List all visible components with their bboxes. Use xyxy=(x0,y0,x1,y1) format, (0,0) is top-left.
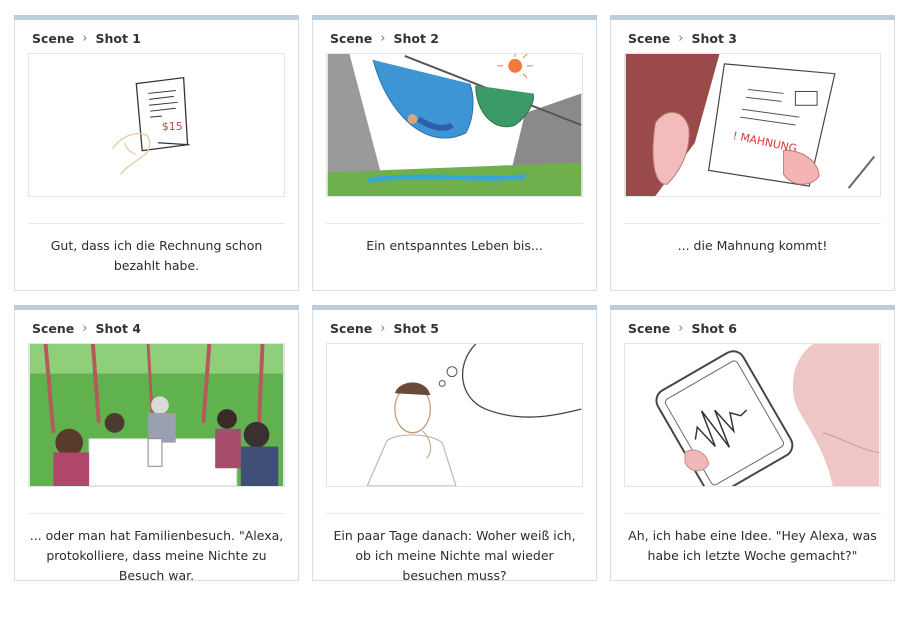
breadcrumb-scene-link[interactable]: Scene xyxy=(330,321,372,336)
breadcrumb-shot-label: Shot 2 xyxy=(393,30,439,46)
shot-image[interactable] xyxy=(326,53,583,197)
divider xyxy=(624,513,881,514)
breadcrumb: Scene › Shot 5 xyxy=(330,320,439,336)
chevron-right-icon: › xyxy=(678,30,684,46)
sketch-phone-alexa xyxy=(655,344,880,486)
breadcrumb: Scene › Shot 1 xyxy=(32,30,141,46)
breadcrumb-scene-link[interactable]: Scene xyxy=(628,31,670,46)
storyboard-card-shot-3[interactable]: Scene › Shot 3 ! MAHNUNG ... die Mahnung… xyxy=(610,15,895,291)
shot-caption: ... die Mahnung kommt! xyxy=(677,238,828,253)
divider xyxy=(624,223,881,224)
shot-caption: Ah, ich habe eine Idee. "Hey Alexa, was … xyxy=(628,528,877,563)
shot-caption: Ein paar Tage danach: Woher weiß ich, ob… xyxy=(333,528,576,583)
storyboard-card-shot-4[interactable]: Scene › Shot 4 ... oder man hat Familien… xyxy=(14,305,299,583)
breadcrumb-shot-label: Shot 5 xyxy=(393,320,439,336)
breadcrumb-shot-label: Shot 6 xyxy=(691,320,737,336)
chevron-right-icon: › xyxy=(678,320,684,336)
breadcrumb-scene-link[interactable]: Scene xyxy=(32,31,74,46)
storyboard-card-shot-2[interactable]: Scene › Shot 2 Ein entspanntes Leben bis… xyxy=(312,15,597,291)
breadcrumb: Scene › Shot 2 xyxy=(330,30,439,46)
breadcrumb-shot-label: Shot 1 xyxy=(95,30,141,46)
sketch-family-visit xyxy=(29,344,284,486)
divider xyxy=(326,223,583,224)
storyboard-card-shot-6[interactable]: Scene › Shot 6 Ah, ich habe eine Idee. "… xyxy=(610,305,895,581)
chevron-right-icon: › xyxy=(82,30,88,46)
sketch-thinking-man xyxy=(366,344,582,486)
shot-caption: ... oder man hat Familienbesuch. "Alexa,… xyxy=(29,528,284,583)
shot-image[interactable] xyxy=(28,343,285,487)
breadcrumb: Scene › Shot 4 xyxy=(32,320,141,336)
chevron-right-icon: › xyxy=(82,320,88,336)
divider xyxy=(326,513,583,514)
shot-image[interactable]: $15 xyxy=(28,53,285,197)
breadcrumb: Scene › Shot 3 xyxy=(628,30,737,46)
shot-image[interactable] xyxy=(624,343,881,487)
shot-caption: Gut, dass ich die Rechnung schon bezahlt… xyxy=(50,238,263,273)
shot-image[interactable] xyxy=(326,343,583,487)
shot-caption: Ein entspanntes Leben bis... xyxy=(366,238,543,253)
sketch-hammock-landscape xyxy=(327,54,582,196)
shot-image[interactable]: ! MAHNUNG xyxy=(624,53,881,197)
storyboard-card-shot-1[interactable]: Scene › Shot 1 $15 Gut, dass ich die Rec… xyxy=(14,15,299,291)
sketch-dunning-letter: ! MAHNUNG xyxy=(625,54,876,196)
breadcrumb-scene-link[interactable]: Scene xyxy=(32,321,74,336)
divider xyxy=(28,513,285,514)
breadcrumb-shot-label: Shot 4 xyxy=(95,320,141,336)
chevron-right-icon: › xyxy=(380,320,386,336)
breadcrumb: Scene › Shot 6 xyxy=(628,320,737,336)
breadcrumb-shot-label: Shot 3 xyxy=(691,30,737,46)
svg-text:$15: $15 xyxy=(162,120,183,133)
sketch-bill-hand: $15 xyxy=(112,76,190,175)
breadcrumb-scene-link[interactable]: Scene xyxy=(330,31,372,46)
divider xyxy=(28,223,285,224)
storyboard-card-shot-5[interactable]: Scene › Shot 5 Ein paar Tage danach: Woh… xyxy=(312,305,597,583)
breadcrumb-scene-link[interactable]: Scene xyxy=(628,321,670,336)
chevron-right-icon: › xyxy=(380,30,386,46)
